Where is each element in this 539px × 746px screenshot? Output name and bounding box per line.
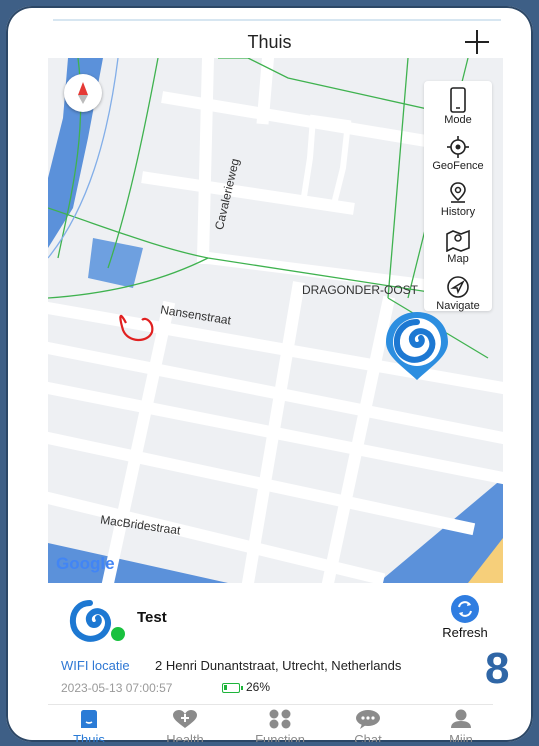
home-icon — [81, 710, 97, 728]
device-name: Test — [137, 609, 167, 626]
phone-screen: Thuis Cavalerieweg Nansenstraat DRAGONDE… — [6, 6, 533, 742]
phone-icon — [450, 87, 466, 113]
chat-icon — [356, 710, 380, 729]
tool-geofence[interactable]: GeoFence — [424, 135, 492, 172]
battery-level: 26% — [246, 680, 271, 694]
map-toolbar: Mode GeoFence History Map Navigate — [424, 81, 492, 312]
tool-navigate[interactable]: Navigate — [424, 275, 492, 312]
step-number-badge: 8 — [485, 644, 510, 693]
online-status-dot — [109, 625, 127, 643]
location-timestamp: 2023-05-13 07:00:57 — [61, 681, 173, 695]
compass-icon[interactable] — [64, 74, 102, 112]
add-button[interactable] — [461, 26, 493, 58]
top-divider — [53, 19, 501, 21]
battery-icon — [222, 683, 243, 693]
tool-map[interactable]: Map — [424, 228, 492, 265]
bottom-tab-bar: Thuis Health Function Chat Mijn — [48, 704, 493, 742]
tab-health[interactable]: Health — [150, 709, 220, 742]
navigate-icon — [447, 276, 469, 298]
health-icon — [173, 710, 197, 728]
tab-chat[interactable]: Chat — [333, 709, 403, 742]
location-history-icon — [450, 182, 466, 203]
device-location-pin-icon[interactable] — [382, 310, 452, 382]
tab-mijn[interactable]: Mijn — [426, 709, 496, 742]
tool-history[interactable]: History — [424, 181, 492, 218]
refresh-icon — [451, 595, 479, 623]
tab-thuis[interactable]: Thuis — [54, 709, 124, 742]
district-label: DRAGONDER-OOST — [302, 283, 419, 297]
profile-icon — [451, 709, 471, 728]
tool-mode[interactable]: Mode — [424, 87, 492, 126]
location-type: WIFI locatie — [61, 658, 130, 673]
google-logo: Google — [56, 554, 115, 573]
refresh-button[interactable]: Refresh — [434, 595, 496, 647]
page-title: Thuis — [247, 32, 292, 52]
function-icon — [269, 709, 291, 729]
device-address: 2 Henri Dunantstraat, Utrecht, Netherlan… — [155, 658, 402, 673]
tab-function[interactable]: Function — [245, 709, 315, 742]
target-icon — [447, 136, 469, 158]
map-icon — [446, 229, 470, 252]
